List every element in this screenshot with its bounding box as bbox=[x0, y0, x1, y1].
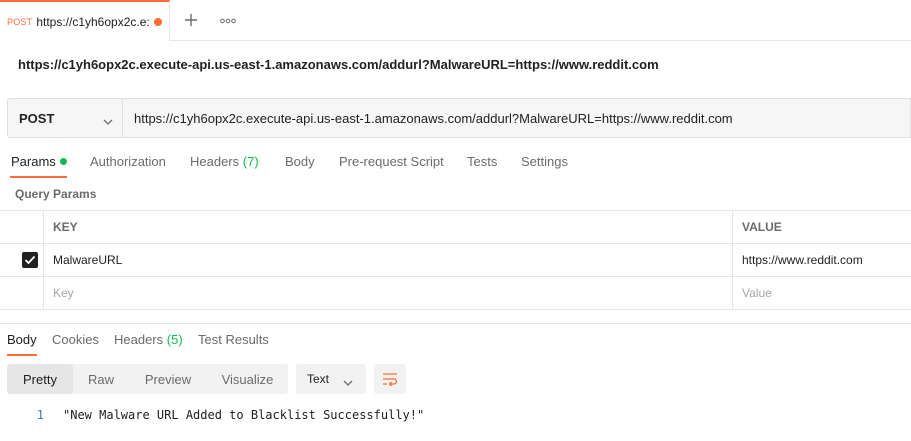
active-dot-icon bbox=[59, 158, 67, 165]
request-tab[interactable]: POST https://c1yh6opx2c.e: bbox=[0, 0, 170, 41]
response-body-text: "New Malware URL Added to Blacklist Succ… bbox=[63, 408, 425, 422]
tab-params[interactable]: Params bbox=[11, 154, 67, 169]
format-raw-button[interactable]: Raw bbox=[73, 364, 129, 394]
format-visualize-button[interactable]: Visualize bbox=[207, 364, 288, 394]
column-header-value: VALUE bbox=[742, 220, 782, 234]
unsaved-dot-icon bbox=[154, 17, 163, 26]
response-tab-headers-count: (5) bbox=[166, 332, 183, 347]
row-checkbox-cell bbox=[0, 244, 44, 276]
row-checkbox-cell bbox=[0, 277, 44, 309]
url-bar: POST https://c1yh6opx2c.execute-api.us-e… bbox=[7, 98, 911, 138]
format-preview-button[interactable]: Preview bbox=[129, 364, 207, 394]
tab-prerequest-script[interactable]: Pre-request Script bbox=[339, 154, 444, 169]
response-tab-headers[interactable]: Headers (5) bbox=[114, 332, 183, 347]
response-active-tab-indicator bbox=[7, 354, 37, 356]
tab-settings[interactable]: Settings bbox=[521, 154, 568, 169]
chevron-down-icon bbox=[103, 113, 113, 128]
line-number: 1 bbox=[36, 408, 44, 422]
tab-tests[interactable]: Tests bbox=[467, 154, 497, 169]
response-tab-headers-label: Headers bbox=[114, 332, 164, 347]
chevron-down-icon bbox=[343, 375, 353, 389]
table-row: MalwareURL https://www.reddit.com bbox=[0, 244, 911, 277]
plus-icon[interactable] bbox=[181, 10, 201, 30]
pane-divider[interactable] bbox=[0, 323, 911, 324]
check-icon bbox=[24, 255, 36, 265]
tab-headers-label: Headers bbox=[190, 154, 240, 169]
tab-method: POST bbox=[7, 16, 33, 27]
format-pretty-button[interactable]: Pretty bbox=[7, 364, 73, 394]
column-header-key: KEY bbox=[44, 211, 733, 243]
response-tab-body[interactable]: Body bbox=[7, 332, 37, 347]
tab-headers[interactable]: Headers (7) bbox=[190, 154, 259, 169]
header-checkbox-cell bbox=[0, 211, 44, 243]
active-tab-indicator bbox=[10, 176, 67, 178]
language-select[interactable]: Text bbox=[296, 364, 366, 394]
format-segmented-control: Pretty Raw Preview Visualize bbox=[7, 364, 288, 394]
tab-title: https://c1yh6opx2c.e: bbox=[36, 14, 150, 29]
tab-params-label: Params bbox=[11, 154, 56, 169]
method-select[interactable]: POST bbox=[8, 99, 123, 137]
table-row-new: Key Value bbox=[0, 277, 911, 310]
url-input[interactable]: https://c1yh6opx2c.execute-api.us-east-1… bbox=[123, 99, 910, 137]
param-key-field[interactable]: MalwareURL bbox=[44, 244, 733, 276]
response-tab-cookies[interactable]: Cookies bbox=[52, 332, 99, 347]
new-param-value-field[interactable]: Value bbox=[733, 277, 911, 309]
wrap-lines-icon bbox=[383, 373, 398, 386]
row-checkbox[interactable] bbox=[22, 252, 38, 268]
request-tabs: Params Authorization Headers (7) Body Pr… bbox=[0, 150, 911, 180]
more-icon[interactable] bbox=[218, 11, 238, 31]
query-params-title: Query Params bbox=[15, 187, 97, 201]
wrap-lines-button[interactable] bbox=[374, 364, 406, 394]
request-name[interactable]: https://c1yh6opx2c.execute-api.us-east-1… bbox=[18, 57, 659, 72]
language-label: Text bbox=[307, 372, 330, 386]
param-value-field[interactable]: https://www.reddit.com bbox=[733, 244, 911, 276]
tab-headers-count: (7) bbox=[242, 154, 259, 169]
table-header-row: KEY VALUE bbox=[0, 211, 911, 244]
tab-authorization[interactable]: Authorization bbox=[90, 154, 166, 169]
params-table: KEY VALUE MalwareURL https://www.reddit.… bbox=[0, 210, 911, 310]
new-param-key-field[interactable]: Key bbox=[44, 277, 733, 309]
response-body-line: 1 "New Malware URL Added to Blacklist Su… bbox=[0, 405, 911, 425]
method-label: POST bbox=[19, 110, 55, 126]
tab-body[interactable]: Body bbox=[285, 154, 315, 169]
response-tab-test-results[interactable]: Test Results bbox=[198, 332, 269, 347]
tab-strip: POST https://c1yh6opx2c.e: bbox=[0, 0, 911, 41]
